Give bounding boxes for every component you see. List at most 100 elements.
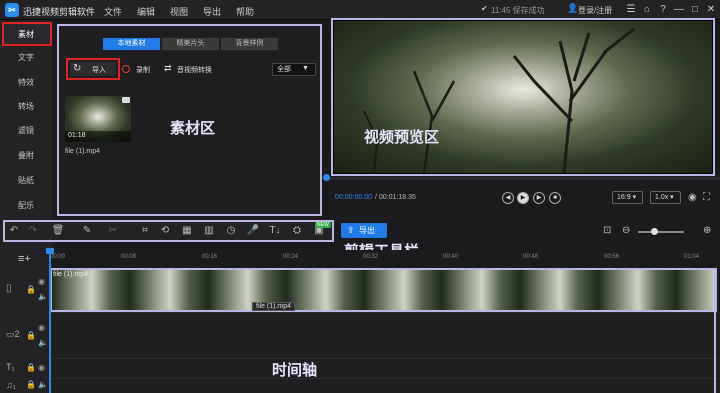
crop-icon[interactable]: ⌗ [138, 225, 152, 237]
cut-icon[interactable]: ✂ [106, 225, 120, 237]
menu-export[interactable]: 导出 [203, 5, 221, 18]
current-time: 00:00:00.00 [335, 194, 372, 201]
ruler-tick: 00:56 [604, 254, 620, 260]
visibility-icon[interactable]: ◉ [38, 363, 45, 372]
home-icon[interactable]: ⌂ [640, 3, 654, 17]
menu-help[interactable]: 帮助 [236, 5, 254, 18]
menu-edit[interactable]: 编辑 [137, 5, 155, 18]
menu-view[interactable]: 视图 [170, 5, 188, 18]
nav-item-effects[interactable]: 特效 [0, 71, 52, 94]
preview-area-label: 视频预览区 [364, 129, 440, 146]
convert-icon[interactable]: ⇄ [164, 63, 172, 74]
nav-item-text[interactable]: 文字 [0, 46, 52, 69]
music-track[interactable] [51, 378, 720, 393]
lock-icon[interactable]: 🔒 [26, 380, 36, 389]
tab-background-samples[interactable]: 背景样例 [221, 38, 278, 50]
preview-progress-track[interactable] [326, 177, 720, 180]
zoom-slider-track[interactable] [638, 231, 684, 233]
stop-icon[interactable]: ■ [549, 192, 561, 204]
prev-frame-icon[interactable]: ◀ [502, 192, 514, 204]
timeline-playhead[interactable] [49, 250, 51, 393]
clock-icon[interactable]: ◷ [224, 225, 238, 237]
minimize-icon[interactable]: — [672, 3, 686, 17]
mute-icon[interactable]: 🔈 [38, 292, 48, 301]
timeline-ruler[interactable] [48, 250, 720, 264]
media-file-name: file (1).mp4 [65, 148, 101, 155]
nav-item-transition[interactable]: 转场 [0, 95, 52, 118]
lock-icon[interactable]: 🔒 [26, 331, 36, 340]
video-type-icon [122, 97, 130, 103]
visibility-icon[interactable]: ◉ [38, 323, 45, 332]
app-title: 迅捷视频剪辑软件 [23, 7, 96, 17]
delete-icon[interactable]: 🗑 [51, 225, 65, 237]
import-label: 导入 [92, 67, 106, 74]
app-logo-icon: ✂ [5, 3, 19, 17]
ruler-tick: 00:40 [443, 254, 459, 260]
import-icon: ↻ [73, 63, 82, 74]
ruler-tick: 00:24 [283, 254, 299, 260]
undo-icon[interactable]: ↶ [7, 225, 21, 237]
nav-item-filter[interactable]: 滤镜 [0, 119, 52, 142]
mute-icon[interactable]: 🔈 [38, 380, 48, 389]
check-icon: ✔ [481, 4, 488, 13]
nav-item-overlay[interactable]: 叠附 [0, 144, 52, 167]
filter-select[interactable]: 全部 [272, 63, 316, 76]
overlay-track-icon: ▭2 [6, 329, 20, 339]
help-icon[interactable]: ? [656, 3, 670, 17]
fit-icon[interactable]: ⊡ [603, 225, 611, 236]
microphone-icon[interactable]: 🎤 [246, 225, 260, 237]
text-track[interactable] [51, 358, 720, 378]
mosaic-icon[interactable]: ▦ [180, 225, 194, 237]
next-frame-icon[interactable]: ▶ [533, 192, 545, 204]
speed-select[interactable]: 1.0x ▾ [650, 191, 681, 204]
mute-icon[interactable]: 🔈 [38, 338, 48, 347]
zoom-in-icon[interactable]: ⊕ [703, 225, 711, 236]
rotate-icon[interactable]: ⟲ [158, 225, 172, 237]
edit-icon[interactable]: ✎ [80, 225, 94, 237]
chevron-down-icon: ▼ [302, 65, 309, 72]
aspect-ratio-select[interactable]: 16:9 ▾ [612, 191, 643, 204]
ruler-tick: 00:48 [523, 254, 539, 260]
chart-icon[interactable]: ▥ [202, 225, 216, 237]
menu-file[interactable]: 文件 [104, 5, 122, 18]
zoom-slider-handle[interactable] [651, 228, 658, 235]
record-label[interactable]: 录制 [136, 65, 150, 75]
snapshot-icon[interactable]: ◉ [688, 192, 697, 203]
add-track-icon[interactable]: ≡+ [18, 253, 31, 265]
new-badge: NEW [315, 222, 331, 228]
playhead-handle[interactable] [46, 248, 54, 254]
video-clip[interactable] [52, 270, 715, 310]
ruler-tick: 01:04 [684, 254, 700, 260]
close-icon[interactable]: ✕ [704, 3, 718, 17]
stamp-icon[interactable]: ⛭ [290, 225, 304, 237]
ruler-tick: 00:16 [202, 254, 218, 260]
nav-item-sticker[interactable]: 贴纸 [0, 169, 52, 192]
ruler-tick: 00:00 [50, 254, 66, 260]
zoom-out-icon[interactable]: ⊖ [622, 225, 630, 236]
nav-item-music[interactable]: 配乐 [0, 194, 52, 217]
convert-label[interactable]: 音视频转换 [177, 65, 212, 75]
lock-icon[interactable]: 🔒 [26, 285, 36, 294]
redo-icon[interactable]: ↷ [26, 225, 40, 237]
clip-name: file (1).mp4 [53, 271, 89, 278]
clip-tooltip: file (1).mp4 [252, 302, 296, 311]
music-track-icon: ♫₁ [6, 380, 16, 390]
fullscreen-icon[interactable]: ⛶ [703, 192, 710, 203]
menu-icon[interactable]: ☰ [624, 3, 638, 17]
preview-progress-handle[interactable] [323, 174, 330, 181]
play-icon[interactable]: ▶ [517, 192, 529, 204]
ruler-tick: 00:32 [363, 254, 379, 260]
text-size-icon[interactable]: T↓ [268, 225, 282, 237]
record-icon[interactable] [122, 65, 130, 73]
maximize-icon[interactable]: □ [688, 3, 702, 17]
nav-item-material[interactable]: 素材 [0, 23, 52, 46]
login-link[interactable]: 登录/注册 [578, 5, 612, 16]
save-status: 11:45 保存成功 [491, 6, 545, 15]
lock-icon[interactable]: 🔒 [26, 363, 36, 372]
overlay-track[interactable] [51, 312, 720, 358]
media-duration: 01:18 [68, 132, 86, 139]
tab-local-material[interactable]: 本地素材 [103, 38, 160, 50]
timeline-area-label: 时间轴 [272, 362, 318, 379]
visibility-icon[interactable]: ◉ [38, 277, 45, 286]
tab-intros[interactable]: 精美片头 [162, 38, 219, 50]
